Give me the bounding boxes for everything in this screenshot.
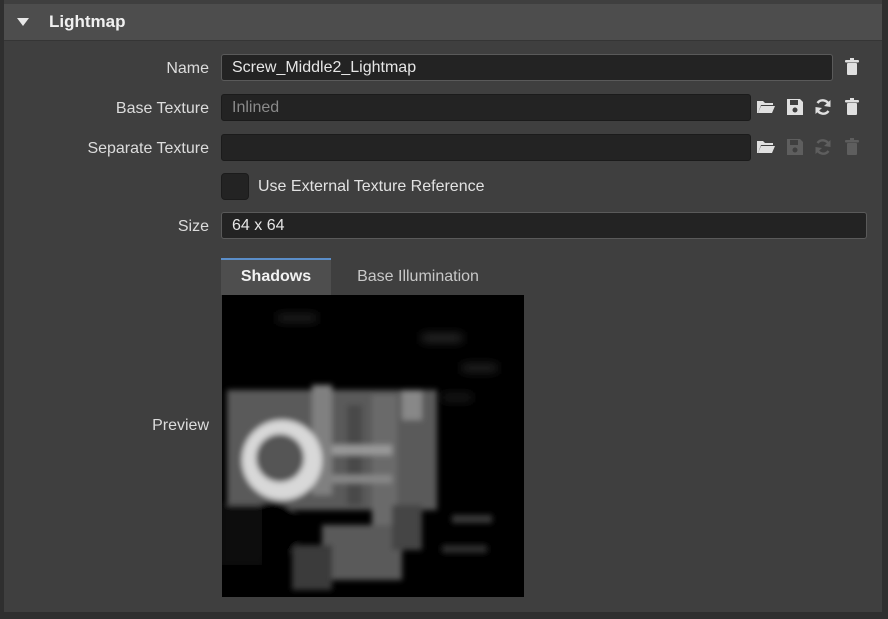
lightmap-preview-image [222,295,524,597]
tab-shadows[interactable]: Shadows [221,258,331,295]
preview-label: Preview [152,417,209,434]
name-label: Name [166,60,209,77]
use-external-texture-label[interactable]: Use External Texture Reference [258,178,484,196]
separate-texture-field[interactable] [221,134,751,161]
save-icon[interactable] [785,97,805,117]
size-field: 64 x 64 [221,212,867,239]
name-value: Screw_Middle2_Lightmap [232,59,417,76]
size-value: 64 x 64 [232,217,285,234]
base-texture-label: Base Texture [115,100,209,117]
refresh-icon [813,137,833,157]
size-label: Size [177,218,209,235]
separate-texture-label: Separate Texture [87,140,209,157]
folder-open-icon[interactable] [756,97,776,117]
name-field[interactable]: Screw_Middle2_Lightmap [221,54,833,81]
section-title: Lightmap [49,12,126,31]
tab-base-illumination[interactable]: Base Illumination [333,258,503,295]
lightmap-panel: Lightmap Name Screw_Middle2_Lightmap Bas… [0,0,888,619]
base-texture-field[interactable]: Inlined [221,94,751,121]
panel-bottom-border [4,612,882,619]
section-header[interactable]: Lightmap [4,4,882,41]
refresh-icon[interactable] [813,97,833,117]
use-external-texture-checkbox[interactable] [221,173,249,200]
base-texture-placeholder: Inlined [232,99,280,116]
trash-icon[interactable] [842,97,862,117]
save-icon [785,137,805,157]
trash-icon[interactable] [842,57,862,77]
collapse-arrow-icon[interactable] [17,18,29,26]
folder-open-icon[interactable] [756,137,776,157]
trash-icon [842,137,862,157]
lightmap-texture [222,295,524,597]
